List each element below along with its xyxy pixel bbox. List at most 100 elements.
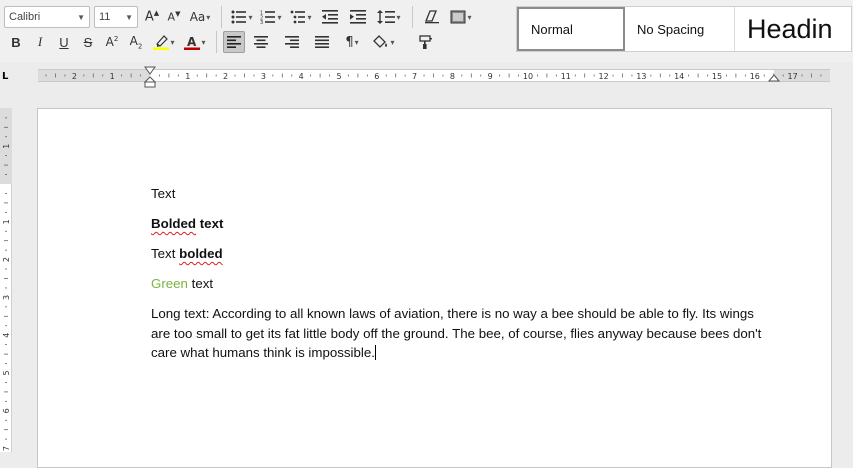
separator xyxy=(221,6,222,28)
ruler-label: 1 xyxy=(2,144,11,149)
vertical-ruler[interactable]: 1 1 2 3 4 5 6 7 xyxy=(0,108,12,452)
ruler-label: 15 xyxy=(712,72,722,81)
superscript-button[interactable]: A2 xyxy=(100,30,124,54)
paintbrush-icon xyxy=(419,35,432,49)
ruler-ticks: 2 1 1 2 3 4 5 6 7 8 9 10 11 12 13 14 15 16 17 xyxy=(45,72,822,81)
underline-icon: U xyxy=(59,34,69,50)
ruler-label: 2 xyxy=(223,72,228,81)
borders-button[interactable]: ▾ xyxy=(445,5,477,29)
align-left-button[interactable] xyxy=(223,31,245,53)
font-name-box[interactable]: Calibri ▼ xyxy=(4,6,90,28)
grow-font-button[interactable]: A▲ xyxy=(141,5,163,29)
change-case-icon: Aa xyxy=(189,10,206,24)
paragraph-background-button[interactable]: ▾ xyxy=(367,30,401,54)
style-no-spacing-label: No Spacing xyxy=(637,21,705,37)
subscript-button[interactable]: A2 xyxy=(124,30,148,54)
text-cursor xyxy=(374,345,376,360)
justify-button[interactable] xyxy=(307,30,337,54)
formatting-toolbar: Calibri ▼ 11 ▼ A▲ A▼ Aa ▾ ▾ 1 2 3 ▾ ▾ ▾ … xyxy=(0,0,853,62)
chevron-down-icon: ▾ xyxy=(396,12,401,22)
increase-indent-button[interactable] xyxy=(344,5,372,29)
styles-gallery: Normal No Spacing Headin xyxy=(516,6,852,52)
style-heading[interactable]: Headin xyxy=(735,7,851,51)
horizontal-ruler[interactable]: 2 1 1 2 3 4 5 6 7 8 9 10 11 12 13 14 15 16 17 xyxy=(38,69,830,82)
bullet-list-icon xyxy=(231,10,247,24)
paragraph-direction-button[interactable]: ¶ ▾ xyxy=(337,30,367,54)
ruler-label: 6 xyxy=(374,72,379,81)
vertical-ruler-ticks: 1 1 2 3 4 5 6 7 xyxy=(2,117,11,451)
ruler-label: 7 xyxy=(412,72,417,81)
chevron-down-icon: ▾ xyxy=(277,12,282,22)
highlight-color-button[interactable]: ▾ xyxy=(148,30,180,54)
paragraph-text[interactable]: Text xyxy=(151,184,776,204)
text-run: Text xyxy=(151,186,176,201)
strikethrough-button[interactable]: S xyxy=(76,30,100,54)
chevron-down-icon: ▾ xyxy=(206,12,211,22)
align-right-button[interactable] xyxy=(277,30,307,54)
ruler-label: 2 xyxy=(72,72,77,81)
paragraph-text-bolded[interactable]: Text bolded xyxy=(151,244,776,264)
misspelled-word: Bolded xyxy=(151,216,197,231)
ruler-label: 1 xyxy=(185,72,190,81)
document-page[interactable]: Text Bolded text Text bolded Green text … xyxy=(37,108,832,468)
line-spacing-button[interactable]: ▾ xyxy=(372,5,406,29)
style-no-spacing[interactable]: No Spacing xyxy=(625,7,735,51)
ruler-label: 3 xyxy=(261,72,266,81)
bullet-list-button[interactable]: ▾ xyxy=(228,5,256,29)
line-spacing-icon xyxy=(377,10,396,24)
paragraph-bolded-text[interactable]: Bolded text xyxy=(151,214,776,234)
separator xyxy=(216,31,217,53)
superscript-icon: A2 xyxy=(105,35,119,49)
align-center-icon xyxy=(254,36,268,48)
italic-button[interactable]: I xyxy=(28,30,52,54)
text-run: text xyxy=(187,276,214,291)
font-size-box[interactable]: 11 ▼ xyxy=(94,6,138,28)
numbered-list-icon: 1 2 3 xyxy=(260,11,276,24)
align-center-button[interactable] xyxy=(245,30,277,54)
paragraph-green-text[interactable]: Green text xyxy=(151,274,776,294)
first-line-indent-marker[interactable] xyxy=(144,66,156,76)
clone-formatting-button[interactable] xyxy=(414,30,438,54)
decrease-indent-button[interactable] xyxy=(316,5,344,29)
right-indent-marker[interactable] xyxy=(768,74,780,84)
ruler-label: 4 xyxy=(2,333,11,338)
chevron-down-icon: ▾ xyxy=(307,12,312,22)
increase-indent-icon xyxy=(350,10,366,24)
underline-button[interactable]: U xyxy=(52,30,76,54)
ruler-label: 1 xyxy=(110,72,115,81)
ruler-label: 5 xyxy=(2,370,11,375)
ruler-label: 1 xyxy=(2,219,11,224)
paragraph-long-text[interactable]: Long text: According to all known laws o… xyxy=(151,304,776,363)
clear-formatting-button[interactable] xyxy=(419,5,445,29)
bold-icon: B xyxy=(11,34,21,50)
borders-icon xyxy=(450,10,466,24)
outline-list-icon xyxy=(291,10,306,24)
font-name-value: Calibri xyxy=(9,11,41,23)
bold-button[interactable]: B xyxy=(4,30,28,54)
chevron-down-icon: ▾ xyxy=(248,12,253,22)
tab-stop-selector[interactable]: L xyxy=(2,71,8,82)
ruler-label: 6 xyxy=(2,408,11,413)
left-indent-marker[interactable] xyxy=(144,76,156,88)
align-right-icon xyxy=(285,36,299,48)
eraser-icon xyxy=(425,10,439,24)
ruler-label: 5 xyxy=(336,72,341,81)
toolbar-row-1: Calibri ▼ 11 ▼ A▲ A▼ Aa ▾ ▾ 1 2 3 ▾ ▾ ▾ … xyxy=(0,3,477,31)
ruler-label: 13 xyxy=(636,72,646,81)
numbered-list-button[interactable]: 1 2 3 ▾ xyxy=(256,5,286,29)
outline-list-button[interactable]: ▾ xyxy=(286,5,316,29)
chevron-down-icon: ▾ xyxy=(390,37,395,47)
font-color-button[interactable]: A ▾ xyxy=(180,30,210,54)
strikethrough-icon: S xyxy=(83,34,93,50)
shrink-font-button[interactable]: A▼ xyxy=(163,5,185,29)
chevron-down-icon: ▾ xyxy=(201,37,206,47)
paint-bucket-icon xyxy=(373,35,388,48)
ruler-label: 10 xyxy=(523,72,533,81)
font-size-value: 11 xyxy=(99,11,111,23)
separator xyxy=(412,6,413,28)
ruler-label: 9 xyxy=(488,72,493,81)
ruler-label: 16 xyxy=(750,72,760,81)
change-case-button[interactable]: Aa ▾ xyxy=(185,5,215,29)
style-normal[interactable]: Normal xyxy=(517,7,625,51)
pilcrow-icon: ¶ xyxy=(345,34,354,50)
